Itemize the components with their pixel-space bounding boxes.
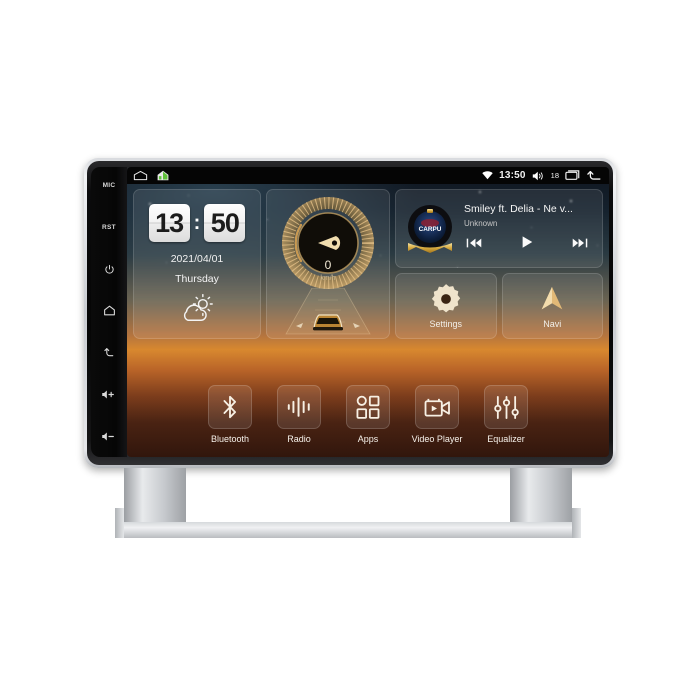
reset-label[interactable]: RST bbox=[91, 221, 127, 234]
dock-label: Apps bbox=[357, 434, 379, 444]
music-player-widget[interactable]: CARPU Smiley ft. Delia - Ne v... Unknown bbox=[395, 189, 603, 268]
speed-gauge: 0 km/h bbox=[282, 197, 374, 289]
road-car-illustration bbox=[285, 288, 371, 335]
app-dock: Bluetooth Radio Apps Video Player Equali… bbox=[127, 379, 609, 457]
clock-colon: : bbox=[193, 211, 201, 234]
car-icon bbox=[313, 314, 343, 331]
clock-weather-widget[interactable]: 13 : 50 2021/04/01 Thursday bbox=[133, 189, 261, 339]
dock-item-bluetooth[interactable]: Bluetooth bbox=[203, 385, 258, 444]
skip-next-icon bbox=[572, 238, 588, 247]
bracket-tab-left bbox=[115, 508, 124, 538]
bracket-tab-right bbox=[572, 508, 581, 538]
widget-row: 13 : 50 2021/04/01 Thursday 0 km/h CARPU… bbox=[133, 189, 603, 339]
volume-icon[interactable] bbox=[532, 171, 545, 181]
wifi-icon bbox=[482, 171, 493, 180]
partly-cloudy-icon bbox=[175, 293, 219, 329]
status-back-icon[interactable] bbox=[586, 170, 602, 182]
apps-grid-icon bbox=[356, 395, 379, 419]
clock-weekday: Thursday bbox=[175, 273, 219, 285]
skip-previous-icon bbox=[466, 238, 482, 247]
recents-outline-icon[interactable] bbox=[133, 170, 148, 181]
status-bar-time: 13:50 bbox=[499, 170, 526, 181]
back-icon bbox=[103, 347, 113, 357]
speed-unit: km/h bbox=[320, 275, 335, 282]
clock-hours: 13 bbox=[148, 204, 190, 242]
music-metadata: Smiley ft. Delia - Ne v... Unknown bbox=[464, 203, 594, 254]
power-button[interactable] bbox=[91, 263, 127, 276]
shortcut-label: Settings bbox=[429, 318, 463, 329]
status-bar: 13:50 18 bbox=[127, 167, 609, 184]
volume-up-icon bbox=[102, 390, 114, 399]
dock-item-equalizer[interactable]: Equalizer bbox=[479, 385, 534, 444]
device-body: MIC RST 13:50 18 13: 50 2021/04/01 Thur… bbox=[87, 161, 613, 465]
dock-label: Equalizer bbox=[487, 434, 525, 444]
equalizer-sliders-icon bbox=[493, 395, 519, 419]
gear-icon bbox=[431, 283, 460, 312]
transport-controls bbox=[464, 235, 594, 254]
clock-minutes: 50 bbox=[204, 204, 246, 242]
bracket-bar bbox=[124, 522, 572, 538]
head-unit-device: MIC RST 13:50 18 13: 50 2021/04/01 Thur… bbox=[84, 158, 616, 468]
dock-label: Radio bbox=[287, 434, 311, 444]
home-button[interactable] bbox=[91, 304, 127, 317]
shortcut-navi[interactable]: Navi bbox=[501, 273, 603, 339]
mounting-bracket bbox=[115, 468, 581, 538]
album-art-text: CARPU bbox=[419, 226, 442, 233]
speedometer-widget[interactable]: 0 km/h bbox=[266, 189, 390, 339]
hardware-key-bezel: MIC RST bbox=[91, 167, 127, 457]
dock-item-radio[interactable]: Radio bbox=[272, 385, 327, 444]
dock-tile bbox=[277, 385, 321, 429]
radio-waveform-icon bbox=[287, 397, 310, 417]
volume-up-button[interactable] bbox=[91, 388, 127, 401]
skip-previous-button[interactable] bbox=[466, 236, 482, 254]
shortcut-settings[interactable]: Settings bbox=[395, 273, 497, 339]
dock-item-video-player[interactable]: Video Player bbox=[410, 385, 465, 444]
volume-level: 18 bbox=[550, 171, 559, 180]
home-screen: 13 : 50 2021/04/01 Thursday 0 km/h CARPU… bbox=[127, 184, 609, 457]
back-button[interactable] bbox=[91, 346, 127, 359]
bracket-leg-right bbox=[510, 468, 572, 530]
shortcut-row: Settings Navi bbox=[395, 273, 603, 339]
dock-label: Bluetooth bbox=[210, 434, 250, 444]
skip-next-button[interactable] bbox=[572, 236, 588, 254]
home-green-icon[interactable] bbox=[157, 170, 169, 181]
mic-label: MIC bbox=[102, 182, 116, 189]
navigation-arrow-icon bbox=[541, 286, 563, 309]
bluetooth-icon bbox=[223, 395, 237, 419]
clock-date: 2021/04/01 bbox=[170, 253, 224, 265]
home-icon bbox=[103, 306, 115, 316]
recents-icon[interactable] bbox=[565, 170, 580, 181]
power-icon bbox=[104, 264, 114, 274]
flip-clock: 13 : 50 bbox=[148, 204, 246, 242]
track-artist: Unknown bbox=[464, 219, 498, 228]
dock-tile bbox=[484, 385, 528, 429]
dock-tile bbox=[346, 385, 390, 429]
right-widget-column: CARPU Smiley ft. Delia - Ne v... Unknown bbox=[395, 189, 603, 339]
play-button[interactable] bbox=[520, 235, 534, 254]
speed-value: 0 bbox=[325, 258, 332, 272]
video-camera-icon bbox=[424, 398, 450, 417]
dock-item-apps[interactable]: Apps bbox=[341, 385, 396, 444]
shortcut-label: Navi bbox=[543, 318, 562, 329]
dock-tile bbox=[415, 385, 459, 429]
volume-down-icon bbox=[102, 432, 114, 441]
dock-tile bbox=[208, 385, 252, 429]
touchscreen[interactable]: 13:50 18 13: 50 2021/04/01 Thursday 0 k… bbox=[127, 167, 609, 457]
volume-down-button[interactable] bbox=[91, 430, 127, 443]
album-art: CARPU bbox=[404, 203, 456, 255]
dock-label: Video Player bbox=[411, 434, 463, 444]
play-icon bbox=[522, 236, 533, 248]
track-title: Smiley ft. Delia - Ne v... bbox=[464, 203, 573, 215]
bracket-leg-left bbox=[124, 468, 186, 530]
